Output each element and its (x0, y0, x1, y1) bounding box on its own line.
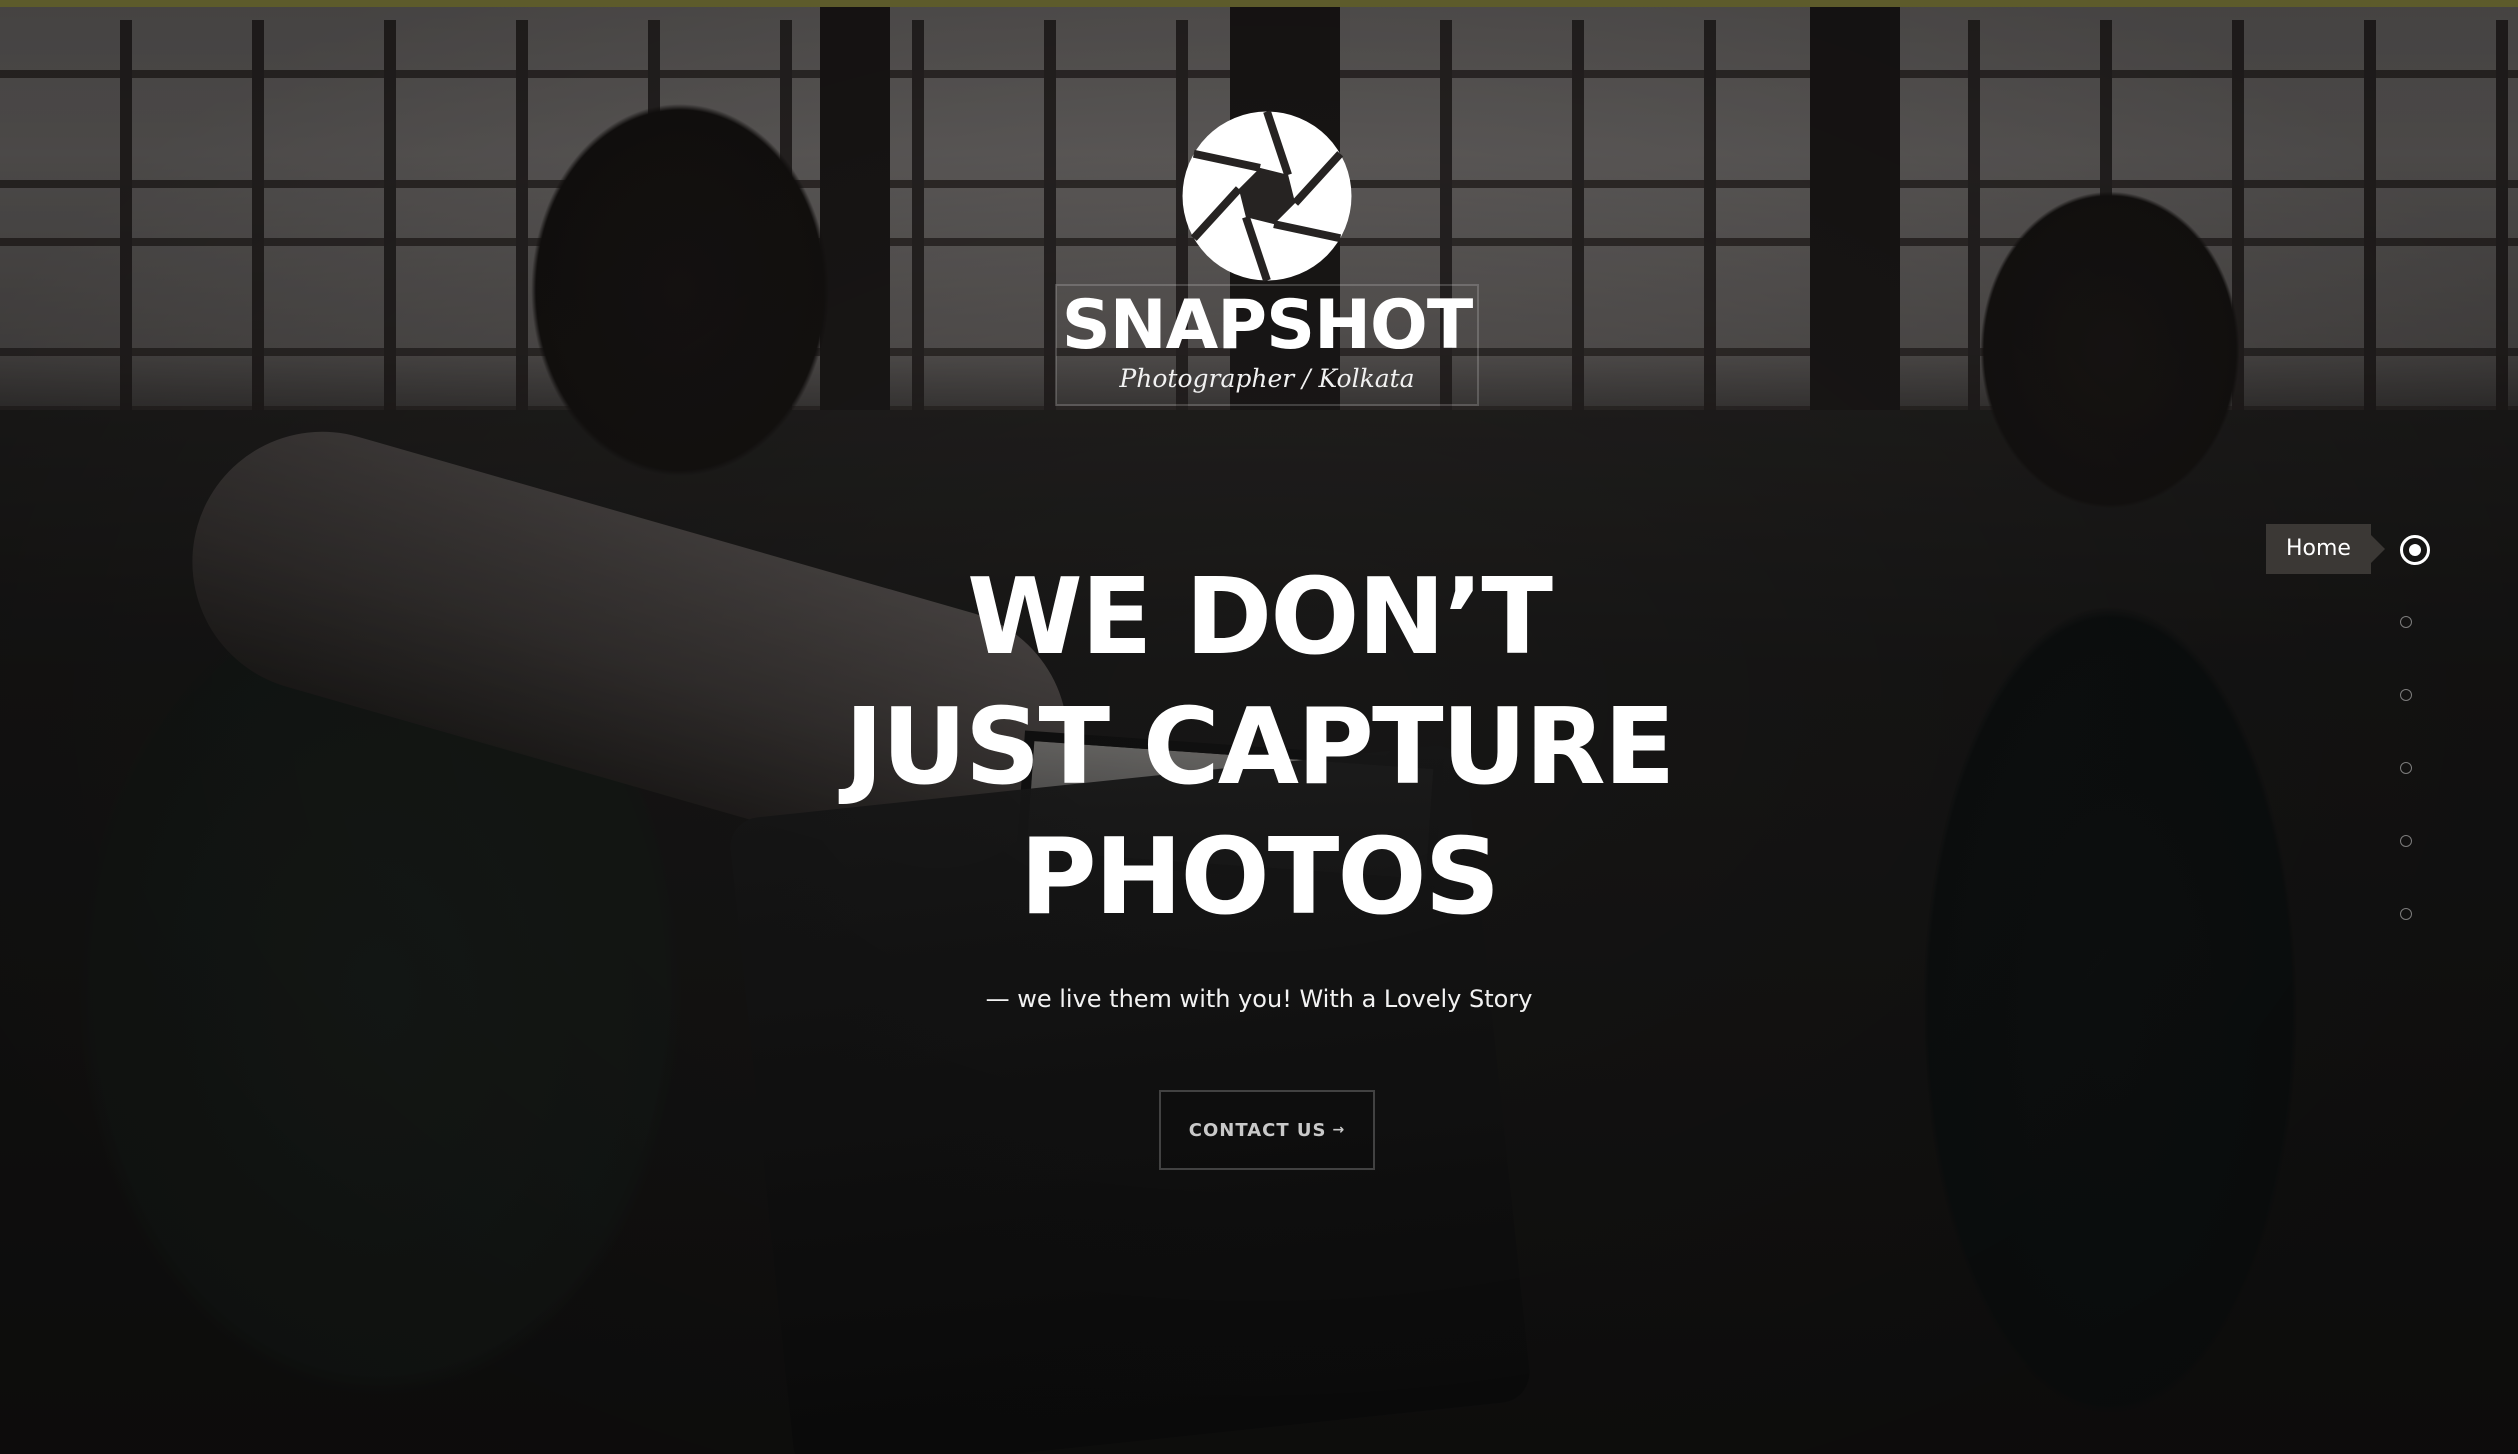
logo-text-box: SNAPSHOT Photographer / Kolkata (1055, 284, 1479, 406)
section-dot-navigation: Home (2260, 520, 2440, 940)
site-logo[interactable]: SNAPSHOT Photographer / Kolkata (1055, 108, 1479, 406)
arrow-right-icon: → (1332, 1122, 1346, 1138)
dot-nav-item-2[interactable] (2400, 616, 2412, 628)
page: SNAPSHOT Photographer / Kolkata WE DON’T… (0, 0, 2518, 1454)
dot-nav-item-6[interactable] (2400, 908, 2412, 920)
brand-tagline: Photographer / Kolkata (1119, 364, 1415, 393)
hero-headline: WE DON’T JUST CAPTURE PHOTOS (759, 552, 1759, 942)
dot-nav-item-home[interactable] (2400, 535, 2430, 565)
headline-line-3: PHOTOS (1019, 816, 1501, 938)
dot-nav-item-4[interactable] (2400, 762, 2412, 774)
contact-us-button[interactable]: CONTACT US → (1159, 1090, 1375, 1170)
dot-nav-item-3[interactable] (2400, 689, 2412, 701)
headline-line-1: WE DON’T (967, 556, 1553, 678)
camera-aperture-icon (1182, 110, 1352, 282)
top-accent-bar (0, 0, 2518, 7)
dot-nav-item-5[interactable] (2400, 835, 2412, 847)
contact-us-label: CONTACT US (1188, 1119, 1327, 1141)
dot-nav-tooltip-home: Home (2266, 524, 2385, 574)
headline-line-2: JUST CAPTURE (844, 686, 1676, 808)
hero-subtitle: — we live them with you! With a Lovely S… (985, 985, 1533, 1013)
brand-name: SNAPSHOT (1061, 286, 1473, 365)
